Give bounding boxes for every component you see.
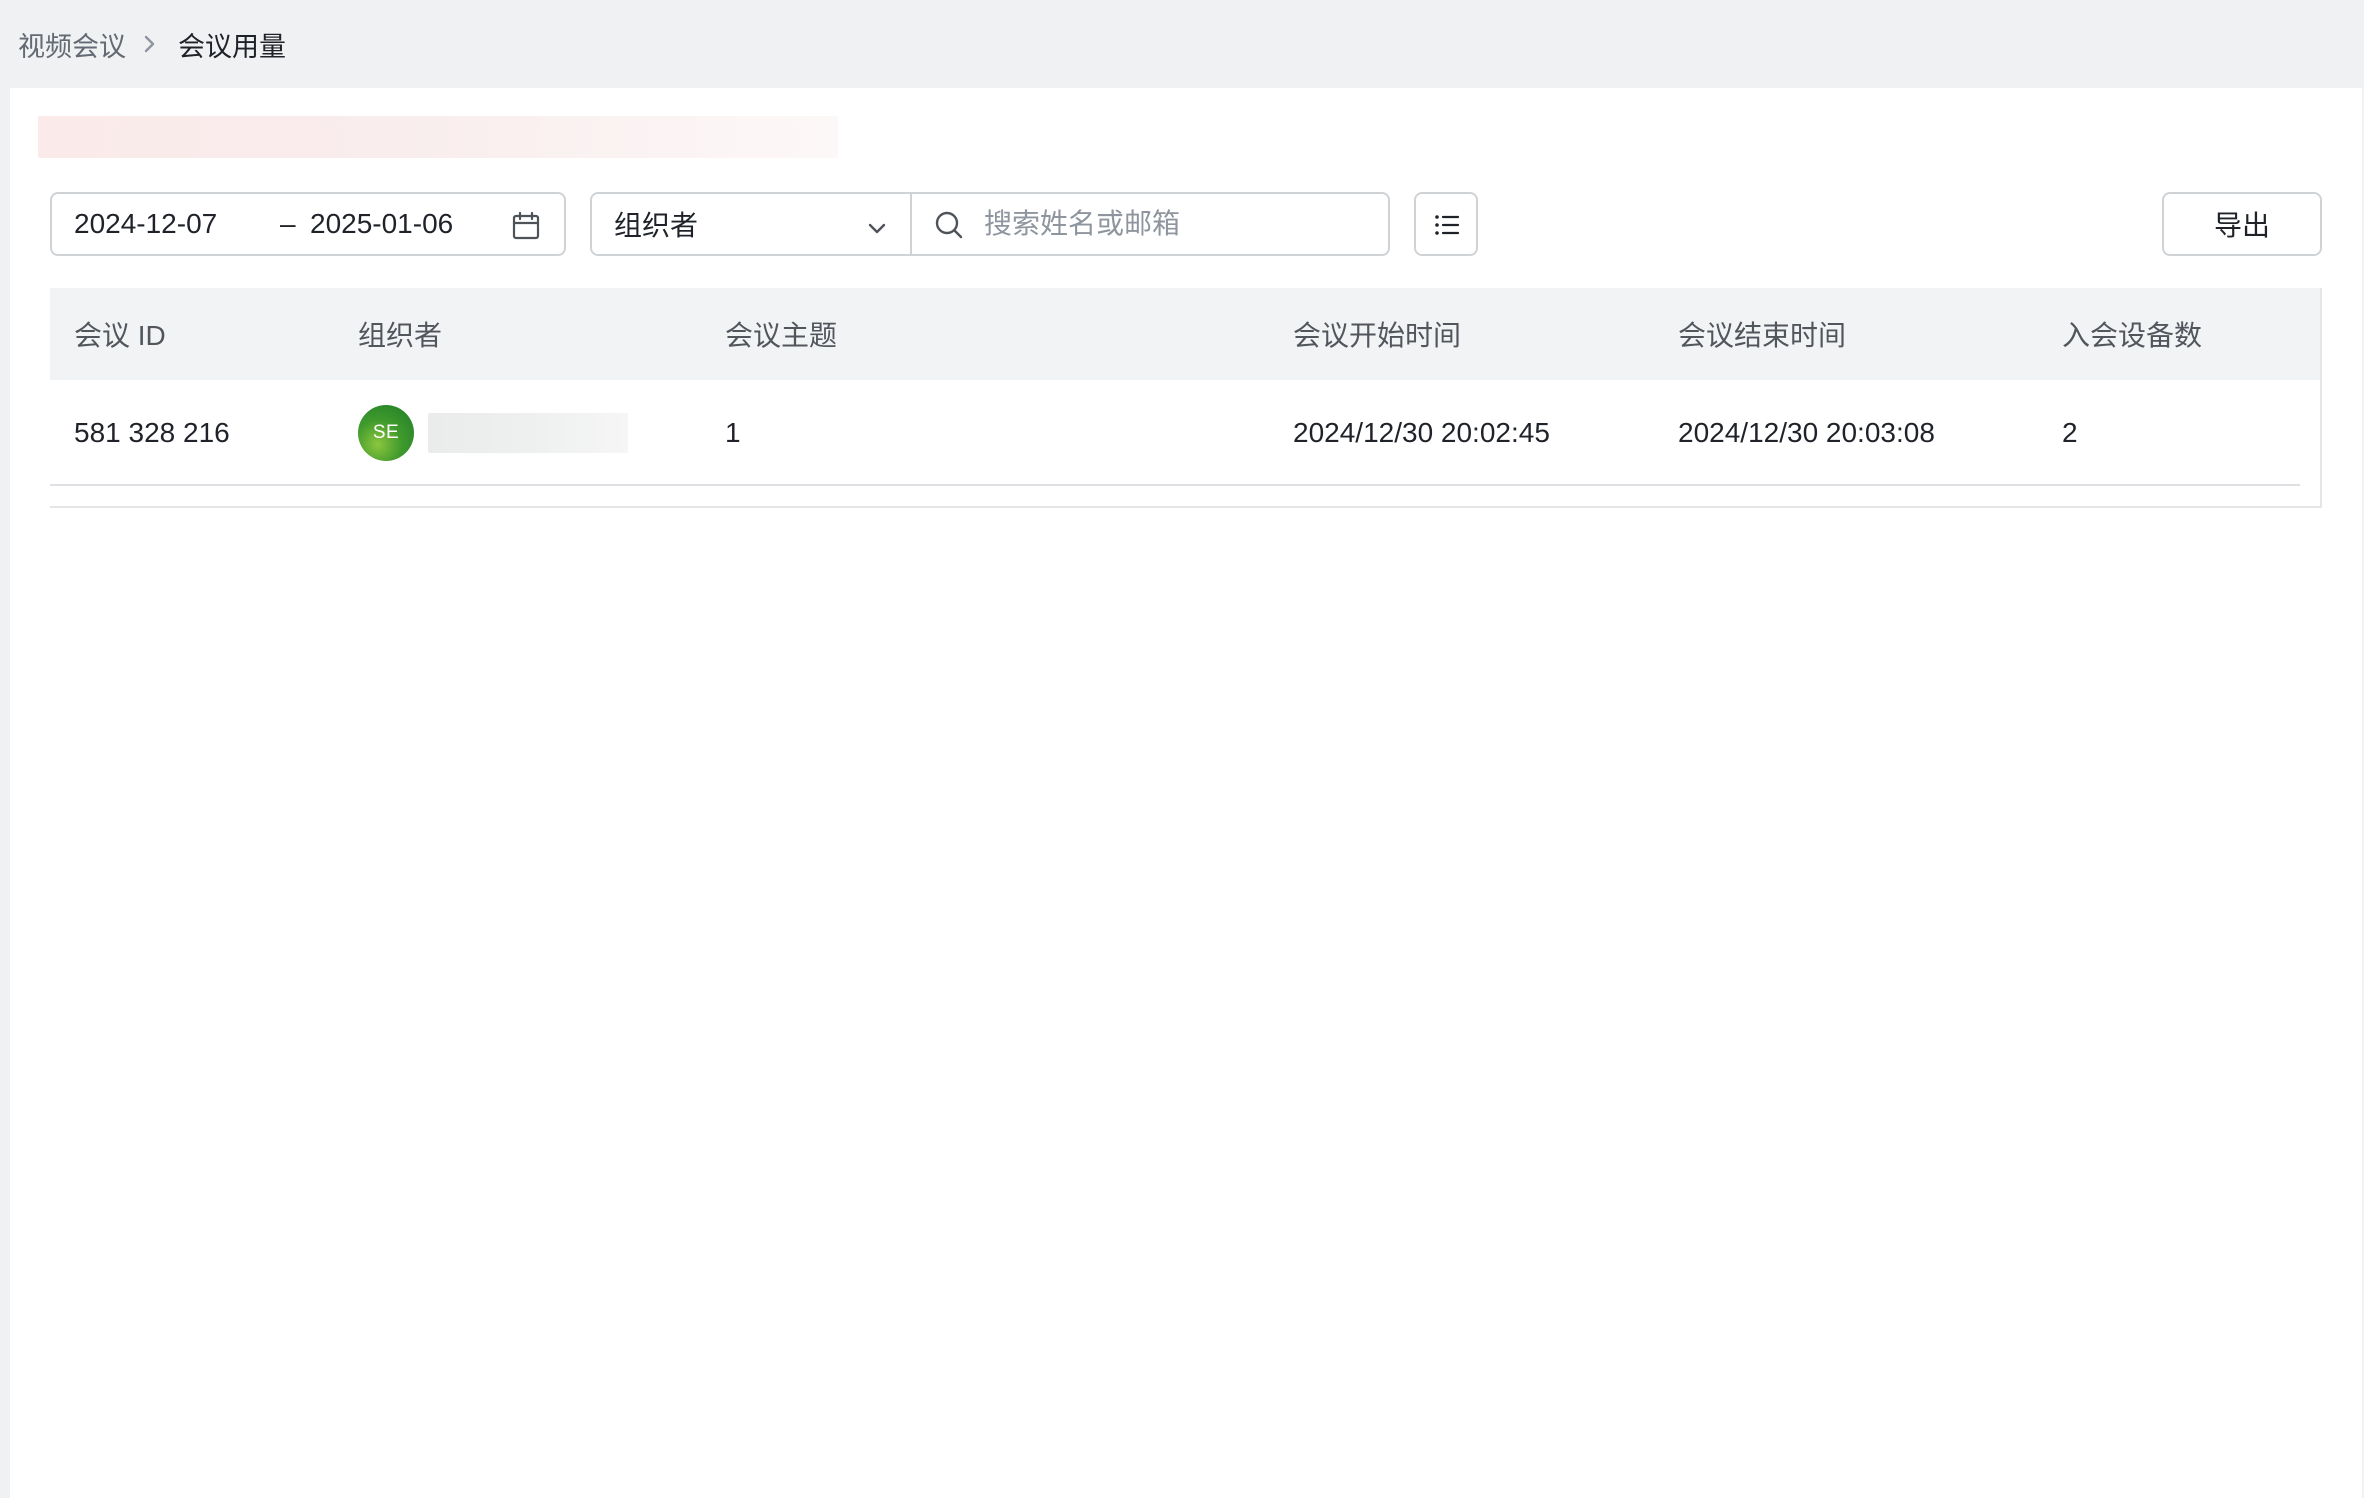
- breadcrumb-parent-link[interactable]: 视频会议: [18, 25, 126, 64]
- avatar: SE: [358, 405, 414, 461]
- date-end[interactable]: 2025-01-06: [310, 208, 453, 240]
- date-start[interactable]: 2024-12-07: [74, 208, 217, 240]
- date-range-picker[interactable]: 2024-12-07 – 2025-01-06: [50, 192, 566, 256]
- cell-start-time: 2024/12/30 20:02:45: [1293, 417, 1550, 448]
- search-input[interactable]: [982, 207, 1366, 241]
- cell-device-count: 2: [2062, 417, 2078, 448]
- cell-end-time: 2024/12/30 20:03:08: [1678, 417, 1935, 448]
- chevron-right-icon: [136, 29, 170, 59]
- export-button[interactable]: 导出: [2162, 192, 2322, 256]
- table-row[interactable]: 581 328 216 SE 1 2024/12/30 20:02:45 202…: [50, 380, 2320, 486]
- organizer-select[interactable]: 组织者: [592, 194, 912, 254]
- redacted-banner: [38, 116, 838, 158]
- row-divider: [50, 484, 2300, 486]
- date-separator: –: [280, 208, 296, 239]
- breadcrumb: 视频会议 会议用量: [0, 0, 2364, 88]
- organizer-search-group: 组织者: [590, 192, 1390, 256]
- chevron-down-icon: [866, 214, 888, 246]
- column-header-end-time: 会议结束时间: [1678, 320, 1847, 351]
- column-header-device-count: 入会设备数: [2062, 320, 2203, 351]
- column-settings-button[interactable]: [1414, 192, 1478, 256]
- search-icon: [934, 210, 964, 245]
- cell-meeting-id: 581 328 216: [74, 417, 230, 448]
- search-field[interactable]: [912, 194, 1388, 254]
- column-header-meeting-id: 会议 ID: [74, 320, 166, 351]
- breadcrumb-current: 会议用量: [178, 31, 286, 62]
- cell-organizer: SE: [358, 380, 628, 486]
- redacted-organizer-name: [428, 413, 628, 453]
- main-panel: 2024-12-07 – 2025-01-06 组织者 搜索姓名或邮箱 导出 会…: [10, 88, 2362, 1498]
- column-header-organizer: 组织者: [358, 320, 443, 351]
- calendar-icon[interactable]: [512, 211, 540, 240]
- filter-toolbar: 2024-12-07 – 2025-01-06 组织者 搜索姓名或邮箱 导出: [10, 192, 2362, 256]
- table-footer: [50, 486, 2320, 506]
- column-header-start-time: 会议开始时间: [1293, 320, 1462, 351]
- cell-topic: 1: [725, 417, 741, 448]
- column-header-topic: 会议主题: [725, 320, 838, 351]
- organizer-select-value: 组织者: [614, 210, 699, 241]
- meeting-usage-table: 会议 ID 组织者 会议主题 会议开始时间 会议结束时间 入会设备数 581 3…: [50, 288, 2322, 508]
- table-header: 会议 ID 组织者 会议主题 会议开始时间 会议结束时间 入会设备数: [50, 288, 2320, 380]
